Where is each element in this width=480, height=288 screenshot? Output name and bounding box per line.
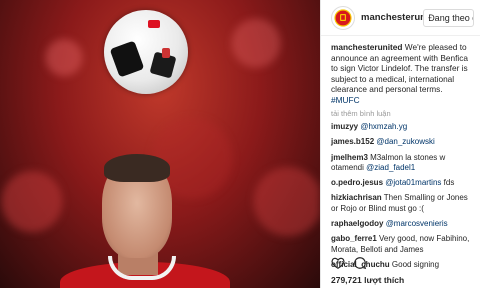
comment-item: jmelhem3 M3almon la stones w otamendi @z… [331, 153, 472, 174]
comment-mention[interactable]: @ziad_fadel1 [366, 163, 415, 172]
heart-icon[interactable] [331, 256, 345, 270]
header-username[interactable]: manchesterunite [361, 12, 423, 23]
comments-section: manchesterunited We're pleased to announ… [321, 36, 480, 270]
post-caption: manchesterunited We're pleased to announ… [331, 42, 472, 105]
soccer-ball [104, 10, 188, 94]
comment-username[interactable]: hizkiachrisan [331, 193, 382, 202]
club-crest-icon [334, 8, 352, 27]
comment-mention[interactable]: @jota01martins [385, 178, 441, 187]
like-count[interactable]: 279,721 lượt thích [331, 275, 404, 285]
load-more-comments[interactable]: tải thêm bình luận [331, 109, 472, 118]
post-side-panel: manchesterunite Đang theo dõi manchester… [320, 0, 480, 288]
comment-item: imuzyy @hxmzah.yg [331, 122, 472, 132]
comment-item: raphaelgodoy @marcosvenieris [331, 219, 472, 229]
comment-item: hizkiachrisan Then Smalling or Jones or … [331, 193, 472, 214]
avatar[interactable] [331, 5, 355, 30]
comment-icon[interactable] [353, 256, 367, 270]
comment-username[interactable]: james.b152 [331, 137, 374, 146]
comment-mention[interactable]: @hxmzah.yg [360, 122, 407, 131]
comment-item: gabo_ferre1 Very good, now Fabihino, Mor… [331, 234, 472, 255]
comment-username[interactable]: o.pedro.jesus [331, 178, 383, 187]
comment-mention[interactable]: @marcosvenieris [386, 219, 448, 228]
comment-username[interactable]: raphaelgodoy [331, 219, 383, 228]
post-actions [331, 256, 367, 270]
comment-username[interactable]: jmelhem3 [331, 153, 368, 162]
comment-item: o.pedro.jesus @jota01martins fds [331, 178, 472, 188]
caption-username[interactable]: manchesterunited [331, 42, 402, 52]
post-header: manchesterunite Đang theo dõi [321, 0, 480, 36]
caption-hashtag[interactable]: #MUFC [331, 95, 360, 105]
comment-item: james.b152 @dan_zukowski [331, 137, 472, 147]
following-button[interactable]: Đang theo dõi [423, 8, 474, 27]
comment-text: Good signing [391, 259, 440, 269]
comment-username[interactable]: imuzyy [331, 122, 358, 131]
comment-text: fds [443, 178, 455, 188]
post-photo[interactable] [0, 0, 320, 288]
comment-username[interactable]: gabo_ferre1 [331, 234, 377, 243]
comment-mention[interactable]: @dan_zukowski [376, 137, 434, 146]
player-hair [104, 154, 170, 182]
